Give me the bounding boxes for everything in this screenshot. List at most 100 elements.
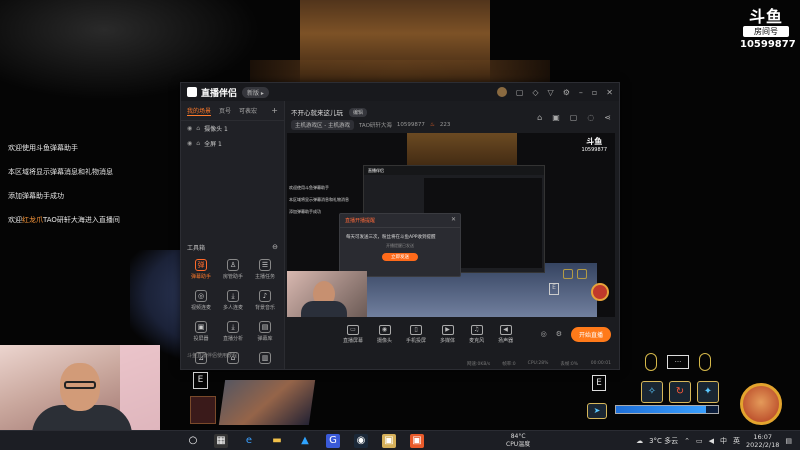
task-view-icon[interactable]: ▦ (214, 433, 228, 448)
chat-bubble-icon[interactable]: ▢ (570, 113, 578, 122)
tool-label: 视频连麦 (190, 305, 211, 311)
tool-analytics[interactable]: ⤓ 直播分析 (217, 321, 249, 342)
douyu-app-icon[interactable]: ▣ (410, 433, 424, 448)
capture-screen-button[interactable]: ▭ 直播屏幕 (343, 324, 363, 344)
search-icon[interactable]: ○ (186, 434, 200, 448)
lock-icon[interactable]: ⌂ (196, 125, 200, 132)
library-icon: ▤ (259, 321, 271, 333)
tab-my-scenes[interactable]: 我的场景 (187, 106, 212, 116)
store-icon[interactable]: ▲ (298, 434, 312, 448)
tool-streamer-tasks[interactable]: ☰ 主播任务 (249, 259, 281, 280)
live-companion-window[interactable]: 直播伴侣 新版 ▸ ▢ ◇ ▽ ⚙ – ▫ ✕ 我的场景 页号 可表宏 + ◉ … (180, 82, 620, 370)
scene-item-camera[interactable]: ◉ ⌂ 摄像头 1 (181, 121, 284, 136)
toolbox-settings-icon[interactable]: ⊖ (272, 243, 278, 252)
tool-danmaku-assistant[interactable]: 弹弹幕助手 (185, 259, 217, 280)
dialog-hint: 开播提醒已发送 (386, 243, 414, 248)
clock-time: 16:07 (753, 432, 773, 441)
ime-indicator[interactable]: 中 (720, 436, 727, 446)
minimize-icon[interactable]: – (579, 88, 583, 97)
tool-video-link[interactable]: ◎ 视频连麦 (185, 290, 217, 311)
danmaku-icon: 弹 (195, 259, 207, 271)
webcam-overlay (0, 345, 160, 430)
shield-icon[interactable]: ▽ (548, 88, 554, 97)
chevron-up-icon[interactable]: ⌃ (684, 437, 690, 445)
tool-danmaku-library[interactable]: ▤ 弹幕库 (249, 321, 281, 342)
cpu-usage: CPU:28% (527, 361, 549, 366)
tool-bgm[interactable]: ♪ 背景音乐 (249, 290, 281, 311)
stream-preview[interactable]: 斗鱼 10599877 欢迎使用斗鱼弹幕助手 本区域将显示弹幕消息和礼物消息 添加… (287, 133, 615, 317)
tool-multi-link[interactable]: ⤓ 多人连麦 (217, 290, 249, 311)
camera-icon: ◉ (378, 324, 391, 335)
folder-icon[interactable]: ▬ (270, 434, 284, 448)
message-icon[interactable]: ▢ (516, 88, 524, 97)
send-now-button[interactable]: 立即发送 (382, 253, 418, 261)
game-icon[interactable]: ▣ (382, 433, 396, 448)
control-label: 多媒体 (440, 337, 456, 344)
speaker-icon: ◀ (499, 324, 512, 335)
app-logo: 直播伴侣 (187, 86, 237, 99)
close-icon[interactable]: ✕ (606, 88, 613, 97)
network-icon[interactable]: ▭ (696, 437, 703, 445)
camera-button[interactable]: ◉ 摄像头 (377, 324, 392, 344)
lock-icon[interactable]: ⌂ (196, 140, 200, 147)
eye-icon[interactable]: ◉ (187, 140, 192, 147)
game-key-e: E (193, 372, 208, 389)
tutorial-link[interactable]: 斗鱼直播伴侣使用教程 (187, 352, 237, 359)
tool-screencast[interactable]: ▣ 投屏器 (185, 321, 217, 342)
preview-body (301, 301, 347, 317)
add-scene-button[interactable]: + (271, 106, 278, 116)
maximize-icon[interactable]: ▫ (592, 88, 597, 97)
notification-icon[interactable]: ▤ (785, 437, 792, 445)
douyu-watermark: 斗鱼 房间号 10599877 (740, 8, 796, 50)
gift-icon[interactable]: ◇ (532, 88, 538, 97)
danmaku-chat: 欢迎使用斗鱼弹幕助手 本区域将显示弹幕消息和礼物消息 添加弹幕助手成功 欢迎红龙… (8, 143, 188, 239)
multimedia-button[interactable]: ▶ 多媒体 (440, 324, 456, 344)
preview-game-hud: E (549, 267, 609, 309)
tool-extra-3[interactable]: ▥ (249, 352, 281, 366)
control-label: 扬声器 (498, 337, 514, 344)
tool-label: 房管助手 (222, 274, 243, 280)
tool-room-admin[interactable]: ♙ 房管助手 (217, 259, 249, 280)
dialog-close-icon[interactable]: ✕ (451, 216, 456, 223)
chat-line: 添加弹幕助手成功 (8, 192, 64, 200)
app-g-icon[interactable]: G (326, 433, 340, 448)
room-number: 10599877 (740, 39, 796, 50)
settings-gear-icon[interactable]: ⚙ (556, 330, 562, 338)
weather-text[interactable]: 3°C 多云 (649, 436, 678, 446)
start-live-button[interactable]: 开始直播 (570, 326, 611, 342)
edge-icon[interactable]: e (242, 434, 256, 448)
version-pill[interactable]: 新版 ▸ (242, 86, 269, 98)
speaker-button[interactable]: ◀ 扬声器 (498, 324, 514, 344)
language-indicator[interactable]: 英 (733, 436, 740, 446)
phone-cast-button[interactable]: ▯ 手机投屏 (406, 324, 426, 344)
tool-label: 主播任务 (254, 274, 275, 280)
scene-item-fullscreen[interactable]: ◉ ⌂ 全屏 1 (181, 136, 284, 151)
microphone-button[interactable]: ♫ 麦克风 (469, 324, 484, 344)
hud-slot (563, 269, 573, 279)
cpu-temp-widget[interactable]: 84°C CPU温度 (506, 433, 530, 449)
tab-pages[interactable]: 页号 (219, 106, 231, 116)
record-icon[interactable]: ◎ (541, 330, 547, 338)
tool-label: 背景音乐 (254, 305, 275, 311)
volume-icon[interactable]: ◀ (709, 437, 714, 445)
user-avatar[interactable] (496, 87, 507, 97)
chat-line: 本区域将显示弹幕消息和礼物消息 (8, 168, 113, 176)
steam-icon[interactable]: ◉ (354, 433, 368, 448)
weather-icon[interactable]: ☁ (636, 437, 643, 445)
shop-icon[interactable]: ⌂ (537, 113, 542, 122)
microphone-icon: ♫ (470, 324, 483, 335)
clock[interactable]: 16:07 2022/2/18 (746, 433, 779, 449)
video-link-icon: ◎ (195, 290, 207, 302)
bell-icon[interactable]: ◌ (587, 113, 594, 122)
settings-icon[interactable]: ⚙ (563, 88, 570, 97)
dialog-message: 每天可发送三次，粉丝将在斗鱼APP收到提醒 (346, 235, 436, 240)
gift-box-icon[interactable]: ▣ (552, 113, 560, 122)
tab-macros[interactable]: 可表宏 (239, 106, 257, 116)
play-icon: ▶ (441, 324, 454, 335)
share-icon[interactable]: ⋖ (604, 113, 611, 122)
title-bar[interactable]: 直播伴侣 新版 ▸ ▢ ◇ ▽ ⚙ – ▫ ✕ (181, 83, 619, 101)
category-pill[interactable]: 主机游戏区 - 主机游戏 (291, 120, 354, 130)
fire-icon: ♨ (429, 122, 435, 128)
edit-title-button[interactable]: 编辑 (349, 107, 368, 117)
eye-icon[interactable]: ◉ (187, 125, 192, 132)
